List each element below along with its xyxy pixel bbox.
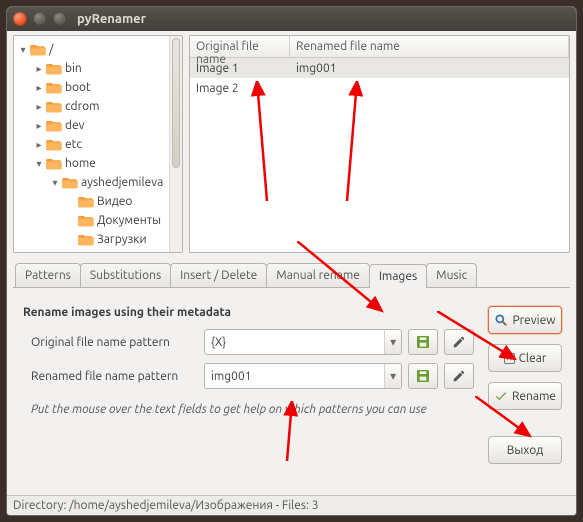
file-table[interactable]: Original file name Renamed file name Ima… — [189, 35, 570, 253]
column-original[interactable]: Original file name — [190, 36, 290, 57]
tree-item[interactable]: ▾ home — [14, 154, 182, 173]
folder-icon — [46, 100, 62, 114]
tree-label: Изображения — [97, 252, 174, 253]
edit-pattern-button[interactable] — [444, 329, 474, 355]
titlebar: pyRenamer — [7, 7, 576, 31]
tab-music[interactable]: Music — [426, 263, 477, 287]
cell-renamed — [290, 86, 302, 90]
expander-icon[interactable]: ▸ — [32, 63, 46, 75]
tab-substitutions[interactable]: Substitutions — [80, 263, 171, 287]
folder-icon — [62, 176, 78, 190]
original-pattern-label: Original file name pattern — [23, 336, 198, 349]
tab-images[interactable]: Images — [369, 264, 427, 288]
window-title: pyRenamer — [77, 12, 146, 26]
folder-icon — [78, 214, 94, 228]
close-window-button[interactable] — [13, 12, 27, 26]
tree-item[interactable]: ▾ ayshedjemileva — [14, 173, 182, 192]
expander-icon[interactable]: ▾ — [16, 44, 30, 56]
expander-icon[interactable]: ▾ — [32, 158, 46, 170]
cell-original: Image 1 — [190, 60, 290, 77]
expander-icon[interactable]: ▸ — [32, 120, 46, 132]
folder-icon — [46, 62, 62, 76]
renamed-pattern-input[interactable] — [211, 370, 384, 383]
folder-icon — [78, 195, 94, 209]
tab-patterns[interactable]: Patterns — [15, 263, 81, 287]
tree-label: dev — [65, 119, 85, 132]
table-row[interactable]: Image 2 — [190, 78, 569, 98]
expander-icon[interactable]: ▸ — [32, 101, 46, 113]
tree-label: Загрузки — [97, 233, 147, 246]
tree-label: bin — [65, 62, 82, 75]
folder-icon — [46, 81, 62, 95]
status-bar: Directory: /home/ayshedjemileva/Изображе… — [7, 495, 576, 515]
folder-icon — [78, 233, 94, 247]
tree-label: ayshedjemileva — [81, 176, 163, 189]
tree-label: boot — [65, 81, 91, 94]
tree-item[interactable]: Загрузки — [14, 230, 182, 249]
tree-label: / — [49, 43, 53, 56]
tree-item[interactable]: ▾/ — [14, 40, 182, 59]
tree-label: Видео — [97, 195, 132, 208]
pattern-hint: Put the mouse over the text fields to ge… — [23, 397, 474, 416]
tab-bar: PatternsSubstitutionsInsert / DeleteManu… — [13, 263, 570, 288]
table-row[interactable]: Image 1img001 — [190, 58, 569, 78]
tree-item[interactable]: Документы — [14, 211, 182, 230]
save-pattern-button-2[interactable] — [408, 363, 438, 389]
preview-button[interactable]: Preview — [488, 306, 562, 334]
app-window: pyRenamer ▾/▸bin▸boot▸cdrom▸dev▸etc▾home… — [6, 6, 577, 516]
tab-manual-rename[interactable]: Manual rename — [266, 263, 370, 287]
tree-item[interactable]: ▸ etc — [14, 135, 182, 154]
expander-icon[interactable]: ▸ — [32, 139, 46, 151]
folder-icon — [46, 138, 62, 152]
expander-icon[interactable]: ▸ — [32, 82, 46, 94]
tree-label: home — [65, 157, 96, 170]
tree-label: cdrom — [65, 100, 99, 113]
folder-icon — [78, 252, 94, 254]
original-pattern-combo[interactable]: ▾ — [204, 329, 402, 355]
folder-icon — [30, 43, 46, 57]
expander-icon[interactable]: ▾ — [48, 177, 62, 189]
original-pattern-input[interactable] — [211, 336, 384, 349]
clear-button[interactable]: ✕ Clear — [488, 344, 562, 372]
tree-label: etc — [65, 138, 82, 151]
cell-original: Image 2 — [190, 80, 290, 97]
chevron-down-icon[interactable]: ▾ — [384, 330, 401, 354]
tree-item[interactable]: ▸ boot — [14, 78, 182, 97]
column-renamed[interactable]: Renamed file name — [290, 36, 569, 57]
renamed-pattern-combo[interactable]: ▾ — [204, 363, 402, 389]
folder-tree[interactable]: ▾/▸bin▸boot▸cdrom▸dev▸etc▾home▾ayshedjem… — [13, 35, 183, 253]
tree-item[interactable]: Изображения — [14, 249, 182, 253]
tab-insert-delete[interactable]: Insert / Delete — [170, 263, 267, 287]
tree-label: Документы — [97, 214, 161, 227]
tree-item[interactable]: ▸ dev — [14, 116, 182, 135]
tree-item[interactable]: ▸ cdrom — [14, 97, 182, 116]
cell-renamed: img001 — [290, 60, 342, 77]
exit-button[interactable]: Выход — [488, 436, 562, 464]
maximize-window-button[interactable] — [53, 12, 67, 26]
tree-item[interactable]: Видео — [14, 192, 182, 211]
folder-icon — [46, 119, 62, 133]
save-pattern-button[interactable] — [408, 329, 438, 355]
tree-item[interactable]: ▸ bin — [14, 59, 182, 78]
rename-button[interactable]: Rename — [488, 382, 562, 410]
folder-icon — [46, 157, 62, 171]
chevron-down-icon[interactable]: ▾ — [384, 364, 401, 388]
renamed-pattern-label: Renamed file name pattern — [23, 370, 198, 383]
pane-title: Rename images using their metadata — [23, 306, 474, 319]
minimize-window-button[interactable] — [33, 12, 47, 26]
edit-pattern-button-2[interactable] — [444, 363, 474, 389]
